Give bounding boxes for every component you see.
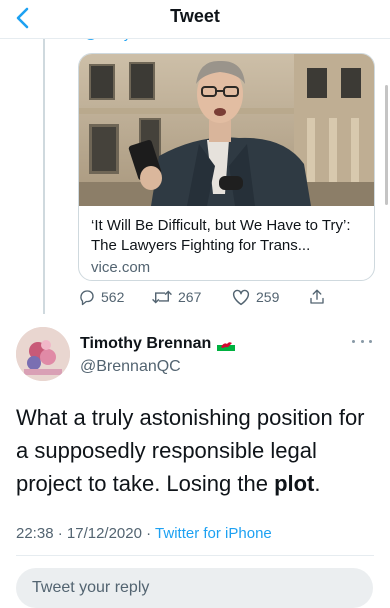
ellipsis-dot-icon [360,339,364,343]
tweet-author-header: Timothy Brennan @BrennanQC [16,327,374,383]
heart-icon [232,289,250,306]
link-preview-title: ‘It Will Be Difficult, but We Have to Tr… [91,217,351,254]
like-action[interactable]: 259 [231,286,279,308]
like-count: 259 [256,289,280,305]
page-title: Tweet [170,6,220,26]
share-icon [310,289,324,304]
top-nav-bar: Tweet [0,0,390,39]
display-name[interactable]: Timothy Brennan [80,335,236,353]
author-handle[interactable]: @BrennanQC [80,358,181,376]
avatar[interactable] [16,327,70,381]
scrollbar[interactable] [385,85,388,205]
tweet-text: What a truly astonishing position for a … [16,401,376,500]
tweet-metadata: 22:38 · 17/12/2020 · Twitter for iPhone [16,525,272,542]
share-action[interactable] [308,286,331,308]
reply-input[interactable] [30,576,354,600]
reply-composer[interactable] [16,568,373,608]
reply-icon [80,290,94,306]
link-preview-card[interactable]: ‘It Will Be Difficult, but We Have to Tr… [78,53,375,281]
link-preview-domain: vice.com [91,259,151,276]
tweet-text-end: . [314,471,321,496]
tweet-text-bold: plot [274,471,315,496]
link-preview-image [79,54,374,206]
meta-separator: · [57,525,63,542]
tweet-source-link[interactable]: Twitter for iPhone [155,525,272,542]
meta-separator: · [146,525,152,542]
retweet-action[interactable]: 267 [151,286,201,308]
link-preview-text: ‘It Will Be Difficult, but We Have to Tr… [91,216,367,278]
more-options-button[interactable] [352,335,372,347]
thread-connector-line [43,38,45,314]
wales-flag-icon [217,338,236,351]
reply-count: 562 [101,289,125,305]
divider [16,555,374,556]
ellipsis-dot-icon [352,339,355,343]
reply-action[interactable]: 562 [78,286,124,308]
retweet-count: 267 [178,289,202,305]
tweet-date: 17/12/2020 [66,525,142,542]
display-name-text: Timothy Brennan [80,335,212,352]
ellipsis-dot-icon [369,339,372,343]
tweet-time: 22:38 [16,525,54,542]
retweet-icon [152,290,172,304]
previous-tweet-actions: 562 267 259 [78,286,338,308]
